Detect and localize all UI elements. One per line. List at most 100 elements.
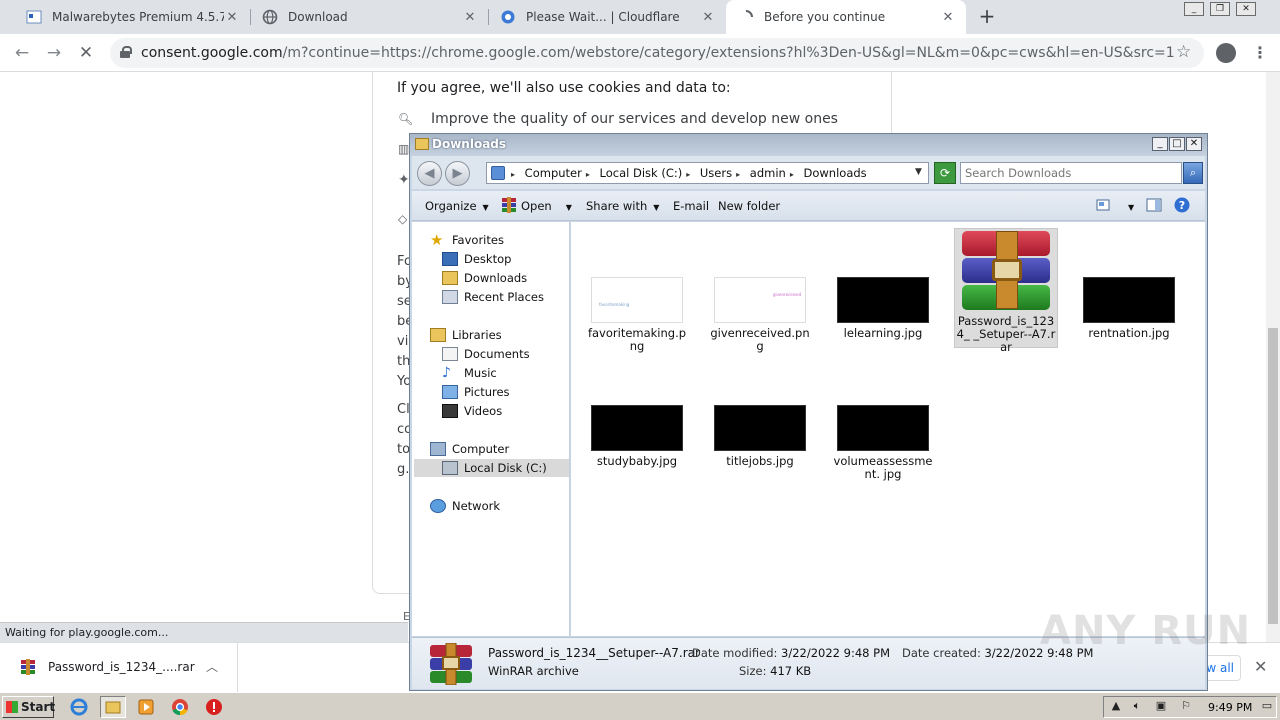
close-icon[interactable]: ✕ [1186, 137, 1202, 151]
view-dropdown-icon[interactable]: ▼ [1122, 199, 1134, 213]
browser-toolbar: ← → ✕ consent.google.com/m?continue=http… [0, 34, 1280, 72]
tab-malwarebytes[interactable]: Malwarebytes Premium 4.5.7.279 C ✕ [14, 0, 250, 34]
file-item[interactable]: rentnation.jpg [1077, 277, 1181, 340]
clock[interactable]: 9:49 PM [1208, 701, 1252, 714]
new-tab-button[interactable]: + [976, 5, 998, 27]
volume-icon[interactable]: 🔈︎ [1130, 700, 1144, 712]
menu-kebab-icon[interactable]: ⋮ [1252, 43, 1268, 62]
chevron-up-icon[interactable]: ︿ [206, 658, 218, 675]
nav-documents[interactable]: Documents [442, 345, 530, 363]
nav-network[interactable]: Network [430, 497, 500, 515]
nav-libraries[interactable]: Libraries [430, 326, 502, 344]
stop-sign-icon[interactable] [201, 696, 227, 718]
minimize-icon[interactable]: _ [1152, 137, 1168, 151]
breadcrumb-admin[interactable]: admin [750, 166, 786, 180]
file-item[interactable]: favoritemaking favoritemaking.png [585, 277, 689, 353]
nav-videos[interactable]: Videos [442, 402, 502, 420]
music-icon: ♪ [442, 365, 451, 381]
forward-icon[interactable]: ▶ [445, 161, 470, 186]
tab-close-icon[interactable]: ✕ [700, 10, 716, 25]
tray-expand-icon[interactable]: ▲ [1109, 700, 1123, 712]
tab-download[interactable]: Download ✕ [250, 0, 488, 34]
share-with-button[interactable]: Share with ▼ [586, 199, 659, 213]
network-tray-icon[interactable]: ▣ [1154, 700, 1168, 712]
action-center-flag-icon[interactable]: ⚐ [1179, 700, 1193, 712]
close-shelf-icon[interactable]: ✕ [1254, 657, 1267, 676]
explorer-taskbar-icon[interactable] [100, 696, 126, 718]
file-item[interactable]: studybaby.jpg [585, 405, 689, 468]
bookmark-star-icon[interactable]: ☆ [1176, 42, 1191, 62]
breadcrumb-computer[interactable]: Computer [525, 166, 582, 180]
refresh-icon[interactable]: ⟳ [934, 162, 956, 184]
details-file-type: WinRAR archive [488, 664, 579, 678]
page-scrollbar-thumb[interactable] [1268, 328, 1278, 624]
breadcrumb-downloads[interactable]: Downloads [804, 166, 867, 180]
nav-downloads[interactable]: Downloads [442, 269, 527, 287]
profile-avatar-icon[interactable] [1216, 43, 1236, 63]
tab-close-icon[interactable]: ✕ [224, 10, 240, 25]
status-bubble: Waiting for play.google.com... [0, 622, 408, 642]
help-icon[interactable]: ? [1174, 197, 1190, 213]
organize-button[interactable]: Organize ▼ [425, 199, 489, 213]
desktop-icon [442, 252, 458, 266]
nav-favorites[interactable]: ★ Favorites [430, 231, 504, 249]
close-window-icon[interactable]: ✕ [1236, 2, 1256, 16]
minimize-window-icon[interactable]: _ [1184, 2, 1204, 16]
tab-title: Malwarebytes Premium 4.5.7.279 C [52, 10, 224, 24]
show-desktop-icon[interactable]: ▭ [1260, 700, 1274, 712]
nav-music[interactable]: ♪ Music [442, 364, 497, 382]
file-item[interactable]: volumeassessment. jpg [831, 405, 935, 481]
details-size: Size: 417 KB [739, 664, 812, 678]
breadcrumb[interactable]: ▸ Computer ▸ Local Disk (C:) ▸ Users ▸ admi… [486, 162, 929, 184]
winrar-archive-icon [428, 642, 474, 686]
download-item[interactable]: Password_is_1234_....rar ︿ [0, 643, 238, 693]
chrome-icon[interactable] [167, 696, 193, 718]
media-player-icon[interactable] [134, 696, 160, 718]
file-item[interactable]: givenreceived givenreceived.png [708, 277, 812, 353]
breadcrumb-users[interactable]: Users [700, 166, 732, 180]
new-folder-button[interactable]: New folder [718, 199, 780, 213]
file-item[interactable]: titlejobs.jpg [708, 405, 812, 468]
file-item[interactable]: lelearning.jpg [831, 277, 935, 340]
nav-pictures[interactable]: Pictures [442, 383, 510, 401]
videos-icon [442, 404, 458, 418]
maximize-icon[interactable]: □ [1169, 137, 1185, 151]
tab-cloudflare[interactable]: Please Wait... | Cloudflare ✕ [488, 0, 726, 34]
file-item-selected[interactable]: Password_is_1234_ _Setuper--A7.rar [954, 228, 1058, 354]
internet-explorer-icon[interactable] [66, 696, 92, 718]
explorer-title-bar[interactable]: Downloads _ □ ✕ [410, 134, 1207, 156]
nav-recent-places[interactable]: Recent Places [442, 288, 544, 306]
nav-desktop[interactable]: Desktop [442, 250, 511, 268]
preview-pane-icon[interactable] [1146, 197, 1162, 213]
cloudflare-icon [500, 9, 516, 25]
address-bar[interactable]: consent.google.com/m?continue=https://ch… [110, 38, 1204, 68]
tab-close-icon[interactable]: ✕ [940, 10, 956, 25]
agree-text: If you agree, we'll also use cookies and… [397, 80, 731, 96]
nav-local-disk[interactable]: Local Disk (C:) [414, 459, 569, 477]
search-input[interactable] [965, 164, 1179, 182]
address-dropdown-icon[interactable]: ▼ [915, 167, 922, 177]
stop-loading-icon[interactable]: ✕ [74, 41, 98, 65]
image-thumbnail [714, 405, 806, 451]
back-icon[interactable]: ◀ [417, 161, 442, 186]
details-date-modified: Date modified: 3/22/2022 9:48 PM [692, 646, 890, 660]
start-button[interactable]: Start [2, 696, 55, 718]
file-name: volumeassessment. jpg [833, 454, 933, 481]
recent-places-icon [442, 290, 458, 304]
nav-computer[interactable]: Computer [430, 440, 509, 458]
restore-window-icon[interactable]: ❐ [1210, 2, 1230, 16]
search-icon[interactable]: ⌕ [1183, 162, 1203, 184]
forward-arrow-icon[interactable]: → [42, 41, 66, 65]
email-button[interactable]: E-mail [673, 199, 709, 213]
tab-close-icon[interactable]: ✕ [462, 10, 478, 25]
tab-before-you-continue[interactable]: Before you continue ✕ [726, 0, 966, 34]
breadcrumb-local-disk[interactable]: Local Disk (C:) [600, 166, 683, 180]
search-box[interactable] [960, 162, 1182, 184]
star-icon: ★ [430, 231, 444, 249]
command-bar: Organize ▼ Open ▼ Share with ▼ E-mail New f… [412, 191, 1205, 221]
file-name: givenreceived.png [710, 326, 810, 353]
open-button[interactable]: Open ▼ [521, 199, 572, 213]
winrar-icon [501, 197, 517, 213]
view-options-icon[interactable] [1095, 197, 1111, 213]
back-arrow-icon[interactable]: ← [10, 41, 34, 65]
